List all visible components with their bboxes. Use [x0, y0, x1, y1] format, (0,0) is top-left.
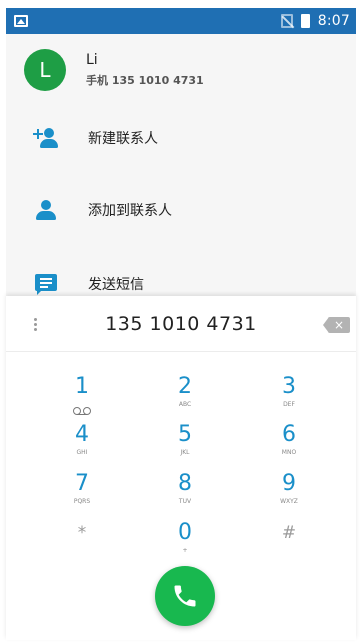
overflow-menu-icon[interactable]: [34, 316, 40, 334]
new-contact-action[interactable]: 新建联系人: [6, 110, 356, 166]
send-sms-label: 发送短信: [88, 277, 144, 293]
key-digit: 4: [75, 422, 89, 447]
key-letters: PQRS: [73, 498, 91, 505]
avatar: L: [24, 49, 66, 91]
no-sim-icon: [280, 14, 293, 28]
dialpad-panel: 135 1010 4731 × 1 2 ABC 3 DEF 4 GHI 5 JK…: [6, 296, 356, 640]
battery-icon: [300, 14, 310, 28]
person-icon: [34, 198, 58, 222]
key-1[interactable]: 1: [32, 374, 132, 420]
key-letters: WXYZ: [280, 498, 298, 505]
add-to-contact-label: 添加到联系人: [88, 203, 172, 219]
key-5[interactable]: 5 JKL: [135, 422, 235, 468]
key-digit: 9: [282, 471, 296, 496]
key-digit: 3: [282, 374, 296, 399]
contact-row[interactable]: L Li 手机 135 1010 4731: [6, 34, 356, 106]
call-button[interactable]: [155, 566, 215, 626]
contact-options: L Li 手机 135 1010 4731 新建联系人 添加到联系人 发送短信: [6, 34, 356, 296]
key-letters: GHI: [76, 449, 88, 456]
backspace-icon[interactable]: ×: [323, 317, 350, 333]
key-4[interactable]: 4 GHI: [32, 422, 132, 468]
key-digit: 8: [178, 471, 192, 496]
key-digit: 5: [178, 422, 192, 447]
image-icon: [14, 15, 28, 27]
new-contact-label: 新建联系人: [88, 131, 158, 147]
key-0[interactable]: 0 +: [135, 520, 235, 566]
status-time: 8:07: [317, 13, 350, 29]
key-digit: 7: [75, 471, 89, 496]
phone-icon: [174, 585, 196, 607]
key-digit: 2: [178, 374, 192, 399]
key-digit: 6: [282, 422, 296, 447]
voicemail-icon: [73, 407, 91, 415]
key-3[interactable]: 3 DEF: [239, 374, 339, 420]
add-to-contact-action[interactable]: 添加到联系人: [6, 182, 356, 238]
status-bar: 8:07: [6, 8, 356, 34]
key-digit: 0: [178, 520, 192, 545]
avatar-letter: L: [39, 58, 51, 82]
key-letters: MNO: [281, 449, 297, 456]
entered-number[interactable]: 135 1010 4731: [105, 313, 257, 335]
key-star[interactable]: *: [32, 520, 132, 566]
contact-text: Li 手机 135 1010 4731: [86, 52, 204, 88]
key-digit: *: [77, 523, 87, 543]
key-letters: TUV: [178, 498, 192, 505]
key-letters: JKL: [180, 449, 190, 456]
contact-number: 手机 135 1010 4731: [86, 74, 204, 87]
divider: [6, 351, 356, 352]
key-hash[interactable]: #: [239, 520, 339, 566]
add-contact-icon: [33, 126, 58, 150]
key-6[interactable]: 6 MNO: [239, 422, 339, 468]
key-letters: DEF: [283, 401, 295, 408]
key-letters: +: [182, 547, 188, 554]
message-icon: [34, 272, 58, 296]
key-letters: ABC: [178, 401, 192, 408]
key-7[interactable]: 7 PQRS: [32, 471, 132, 517]
key-digit: 1: [75, 374, 89, 399]
key-8[interactable]: 8 TUV: [135, 471, 235, 517]
key-digit: #: [281, 523, 297, 543]
key-2[interactable]: 2 ABC: [135, 374, 235, 420]
contact-name: Li: [86, 52, 98, 68]
key-9[interactable]: 9 WXYZ: [239, 471, 339, 517]
number-display: 135 1010 4731 ×: [6, 304, 356, 344]
